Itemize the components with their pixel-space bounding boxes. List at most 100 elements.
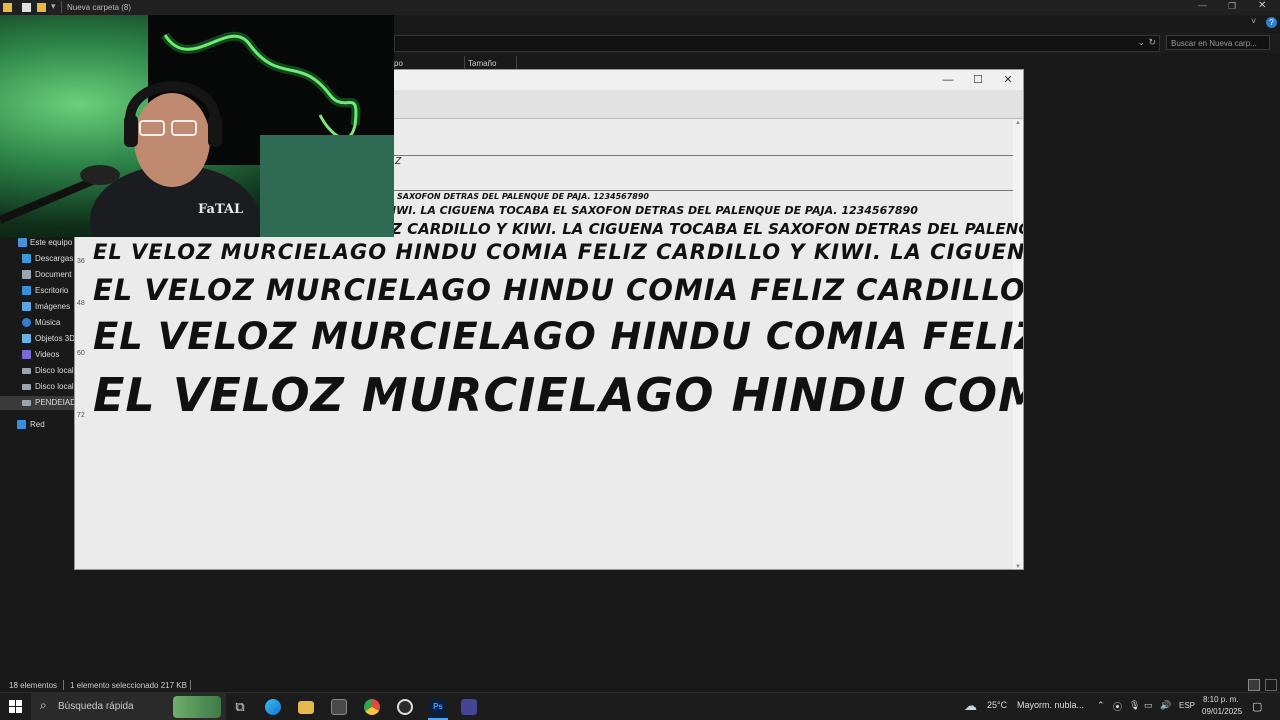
language-indicator[interactable]: ESP	[1179, 701, 1195, 710]
window-title: Nueva carpeta (8)	[67, 3, 132, 12]
sample-line-24: Z CARDILLO Y KIWI. LA CIGUENA TOCABA EL …	[391, 220, 1023, 238]
weather-temp[interactable]: 25°C	[987, 700, 1007, 710]
drive-icon	[22, 384, 31, 390]
sample-line-36: EL VELOZ MURCIELAGO HINDU COMIA FELIZ CA…	[93, 240, 1024, 264]
nav-label: Escritorio	[35, 286, 69, 295]
task-view-icon[interactable]: ⧉	[232, 699, 248, 715]
status-bar: 18 elementos 1 elemento seleccionado 217…	[0, 678, 1280, 692]
divider	[63, 680, 64, 690]
search-input[interactable]: Buscar en Nueva carp...	[1166, 35, 1270, 50]
properties-icon[interactable]	[22, 3, 31, 12]
taskbar: ⌕ Búsqueda rápida ⧉ Ps ☁ 25°C Mayorm. nu…	[0, 692, 1280, 720]
sample-line-72: EL VELOZ MURCIELAGO HINDU COMIA FELIZ CA…	[93, 368, 1023, 422]
explorer-titlebar: ▾ Nueva carpeta (8) — ❐ ✕	[0, 0, 1280, 15]
cube-icon	[22, 334, 31, 343]
sample-line-48: EL VELOZ MURCIELAGO HINDU COMIA FELIZ CA…	[93, 273, 1024, 307]
start-icon[interactable]	[9, 700, 22, 713]
app-icon[interactable]	[461, 699, 477, 715]
scroll-up-icon[interactable]: ▲	[1015, 120, 1021, 126]
maximize-icon[interactable]: ❐	[1228, 1, 1236, 12]
item-count: 18 elementos	[9, 681, 58, 690]
clock-time[interactable]: 8:10 p. m.	[1203, 695, 1239, 704]
nav-label: Document	[35, 270, 72, 279]
show-hidden-icons-icon[interactable]: ⌃	[1097, 700, 1105, 711]
minimize-icon[interactable]: —	[1198, 0, 1207, 10]
size-number-36: 36	[77, 258, 85, 265]
obs-icon[interactable]	[397, 699, 413, 715]
nav-label: Descargas	[35, 254, 74, 263]
divider	[190, 680, 191, 690]
search-icon: ⌕	[40, 698, 47, 712]
selection-info: 1 elemento seleccionado 217 KB	[70, 681, 187, 690]
document-icon	[22, 270, 31, 279]
nav-label: Videos	[35, 350, 60, 359]
nav-label: Música	[35, 318, 61, 327]
sample-line-12: SAXOFON DETRAS DEL PALENQUE DE PAJA. 123…	[397, 192, 649, 201]
chrome-icon[interactable]	[364, 699, 380, 715]
desktop-icon	[22, 286, 31, 295]
nav-item-pendeiad[interactable]: PENDEIAD	[0, 396, 76, 410]
thumbnails-view-icon[interactable]	[1265, 679, 1277, 691]
ribbon-expand-icon[interactable]: ˅	[1251, 16, 1256, 26]
navigation-pane: Este equipo Descargas Document Escritori…	[0, 236, 76, 676]
download-icon	[22, 254, 31, 263]
headphone-right	[208, 115, 222, 147]
nav-label: Disco local	[35, 382, 74, 391]
video-icon	[22, 350, 31, 359]
mic-arm	[0, 176, 97, 224]
font-info-text: Z	[395, 156, 402, 167]
clock-date[interactable]: 09/01/2025	[1202, 707, 1242, 716]
details-view-icon[interactable]	[1248, 679, 1260, 691]
divider	[516, 56, 517, 70]
edge-icon[interactable]	[265, 699, 281, 715]
drive-icon	[22, 400, 31, 406]
headphone-left	[124, 115, 138, 147]
green-bed	[260, 135, 394, 237]
scroll-down-icon[interactable]: ▼	[1015, 564, 1021, 569]
close-icon[interactable]: ✕	[995, 72, 1021, 88]
taskbar-search-box[interactable]: ⌕ Búsqueda rápida	[31, 693, 226, 720]
column-type[interactable]: po	[394, 59, 403, 68]
file-explorer-icon[interactable]	[298, 701, 314, 714]
sample-line-60: EL VELOZ MURCIELAGO HINDU COMIA FELIZ CA…	[93, 315, 1023, 358]
new-folder-icon[interactable]	[37, 3, 46, 12]
help-icon[interactable]: ?	[1266, 17, 1277, 28]
computer-icon	[18, 238, 27, 247]
minimize-icon[interactable]: —	[935, 72, 961, 88]
face	[134, 93, 210, 187]
column-size[interactable]: Tamaño	[468, 59, 496, 68]
address-bar[interactable]: ⌄ ↻	[394, 35, 1160, 52]
divider	[464, 56, 465, 70]
network-icon[interactable]: ▭	[1144, 700, 1153, 711]
weather-icon[interactable]: ☁	[964, 698, 977, 714]
maximize-icon[interactable]: ☐	[965, 72, 991, 88]
nav-label: Red	[30, 420, 45, 429]
images-icon	[22, 302, 31, 311]
network-icon	[17, 420, 26, 429]
shirt-logo: FaTAL	[198, 202, 243, 217]
webcam-scene: FaTAL	[0, 15, 394, 237]
music-icon	[22, 318, 31, 327]
drive-icon	[22, 368, 31, 374]
size-number-72: 72	[77, 412, 85, 419]
refresh-icon[interactable]: ↻	[1148, 37, 1156, 48]
weather-text[interactable]: Mayorm. nubla...	[1017, 700, 1084, 710]
nav-label: PENDEIAD	[35, 398, 76, 407]
search-highlight-image	[173, 696, 221, 718]
microphone-icon[interactable]: 🎙	[1129, 700, 1140, 711]
nav-label: Objetos 3D	[35, 334, 76, 343]
search-label: Búsqueda rápida	[58, 701, 134, 712]
column-header: po Tamaño	[394, 56, 1280, 70]
volume-icon[interactable]: 🔊	[1160, 700, 1171, 711]
notifications-icon[interactable]: ▢	[1252, 700, 1262, 713]
close-icon[interactable]: ✕	[1258, 0, 1266, 11]
camera-icon[interactable]: ⦿	[1113, 700, 1122, 713]
nav-label: Disco local	[35, 366, 74, 375]
store-icon[interactable]	[331, 699, 347, 715]
webcam-overlay: FaTAL	[0, 15, 394, 237]
quick-access-dropdown-icon[interactable]: ▾	[51, 1, 56, 12]
photoshop-icon[interactable]: Ps	[430, 699, 446, 715]
sample-line-18: IWI. LA CIGUENA TOCABA EL SAXOFON DETRAS…	[392, 204, 918, 217]
folder-icon	[3, 3, 12, 12]
address-dropdown-icon[interactable]: ⌄	[1137, 37, 1145, 48]
